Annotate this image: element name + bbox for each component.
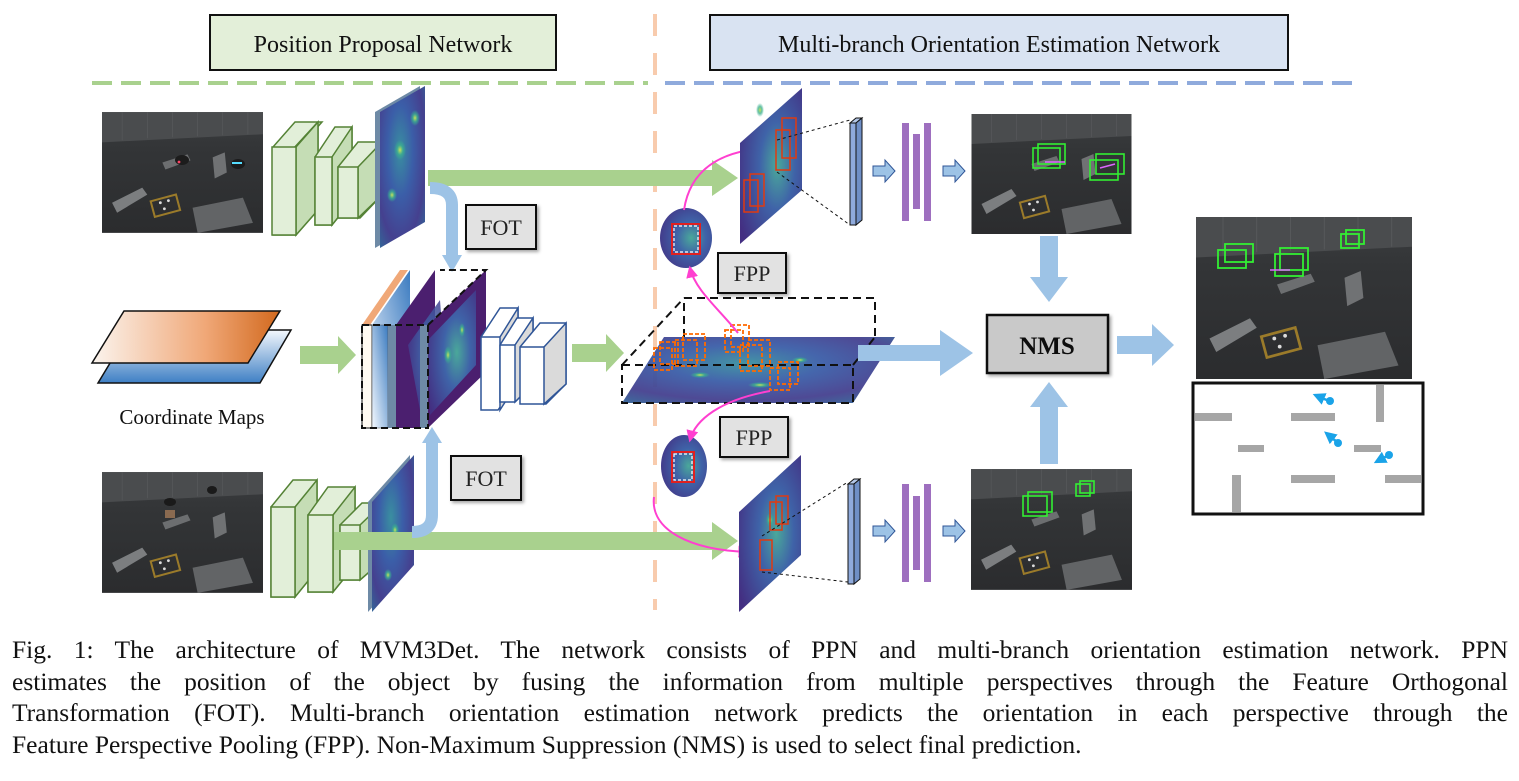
small-arrow-top-2 [942, 158, 966, 184]
blue-arrow-top-to-nms [1030, 236, 1068, 302]
fpp-pooled-region-top [660, 208, 712, 268]
fot-arrow-bottom [411, 427, 442, 538]
architecture-diagram: Position Proposal Network Multi-branch O… [90, 14, 1425, 612]
coordinate-maps: Coordinate Maps [90, 310, 293, 429]
caption-line: Fig. 1: The architecture of MVM3Det. The… [12, 635, 1508, 664]
decoder-cnn [480, 305, 567, 413]
fot-arrow-top [429, 182, 462, 272]
green-arrow-to-bev [572, 334, 624, 372]
fpp-label-top: FPP [734, 261, 771, 286]
blue-arrow-bev-to-nms [858, 330, 973, 376]
orientation-head-bottom [902, 484, 931, 582]
bev-orientation-map [1191, 381, 1425, 516]
caption-line: Feature Perspective Pooling (FPP). Non-M… [12, 729, 1082, 759]
feature-map-top [375, 86, 425, 248]
fot-box-top: FOT [465, 204, 537, 250]
final-detection-image [1196, 217, 1412, 379]
blue-arrow-nms-to-output [1117, 324, 1174, 366]
input-image-bottom [102, 472, 263, 593]
fused-feature-stack [361, 269, 489, 429]
nms-label: NMS [1019, 333, 1075, 360]
small-arrow-bottom-1 [872, 518, 896, 544]
figure-caption: Fig. 1: The architecture of MVM3Det. The… [12, 634, 1508, 760]
roi-feature-vector-top [848, 116, 864, 227]
orientation-head-top [902, 123, 931, 221]
small-arrow-top-1 [872, 158, 896, 184]
bev-proposal-volume [621, 297, 895, 404]
ppn-header: Position Proposal Network [209, 14, 557, 71]
small-arrow-bottom-2 [942, 518, 966, 544]
coordinate-maps-label: Coordinate Maps [119, 405, 264, 429]
roi-feature-vector-bottom [846, 477, 862, 586]
fot-label-top: FOT [480, 215, 522, 240]
moen-header: Multi-branch Orientation Estimation Netw… [709, 14, 1289, 71]
green-arrow-coordinate [300, 336, 356, 374]
ppn-header-label: Position Proposal Network [254, 32, 513, 58]
caption-line: estimates the position of the object by … [12, 666, 1508, 696]
backbone-cnn-top [271, 120, 383, 237]
fot-box-bottom: FOT [450, 455, 522, 501]
caption-line: Transformation (FOT). Multi-branch orien… [12, 698, 1508, 727]
fpp-label-bottom: FPP [736, 425, 773, 450]
moen-feature-map-bottom [739, 455, 801, 612]
detection-result-bottom [971, 469, 1132, 590]
fot-label-bottom: FOT [465, 466, 507, 491]
fpp-box-top: FPP [717, 252, 787, 294]
nms-box: NMS [985, 313, 1110, 375]
moen-feature-map-top [740, 88, 802, 244]
blue-arrow-bottom-to-nms [1030, 382, 1068, 464]
detection-result-top [972, 114, 1132, 234]
input-image-top [102, 112, 263, 233]
green-arrow-top-branch [428, 160, 738, 196]
fpp-box-bottom: FPP [719, 416, 789, 458]
fpp-pooled-region-bottom [661, 435, 707, 497]
moen-header-label: Multi-branch Orientation Estimation Netw… [778, 32, 1220, 58]
